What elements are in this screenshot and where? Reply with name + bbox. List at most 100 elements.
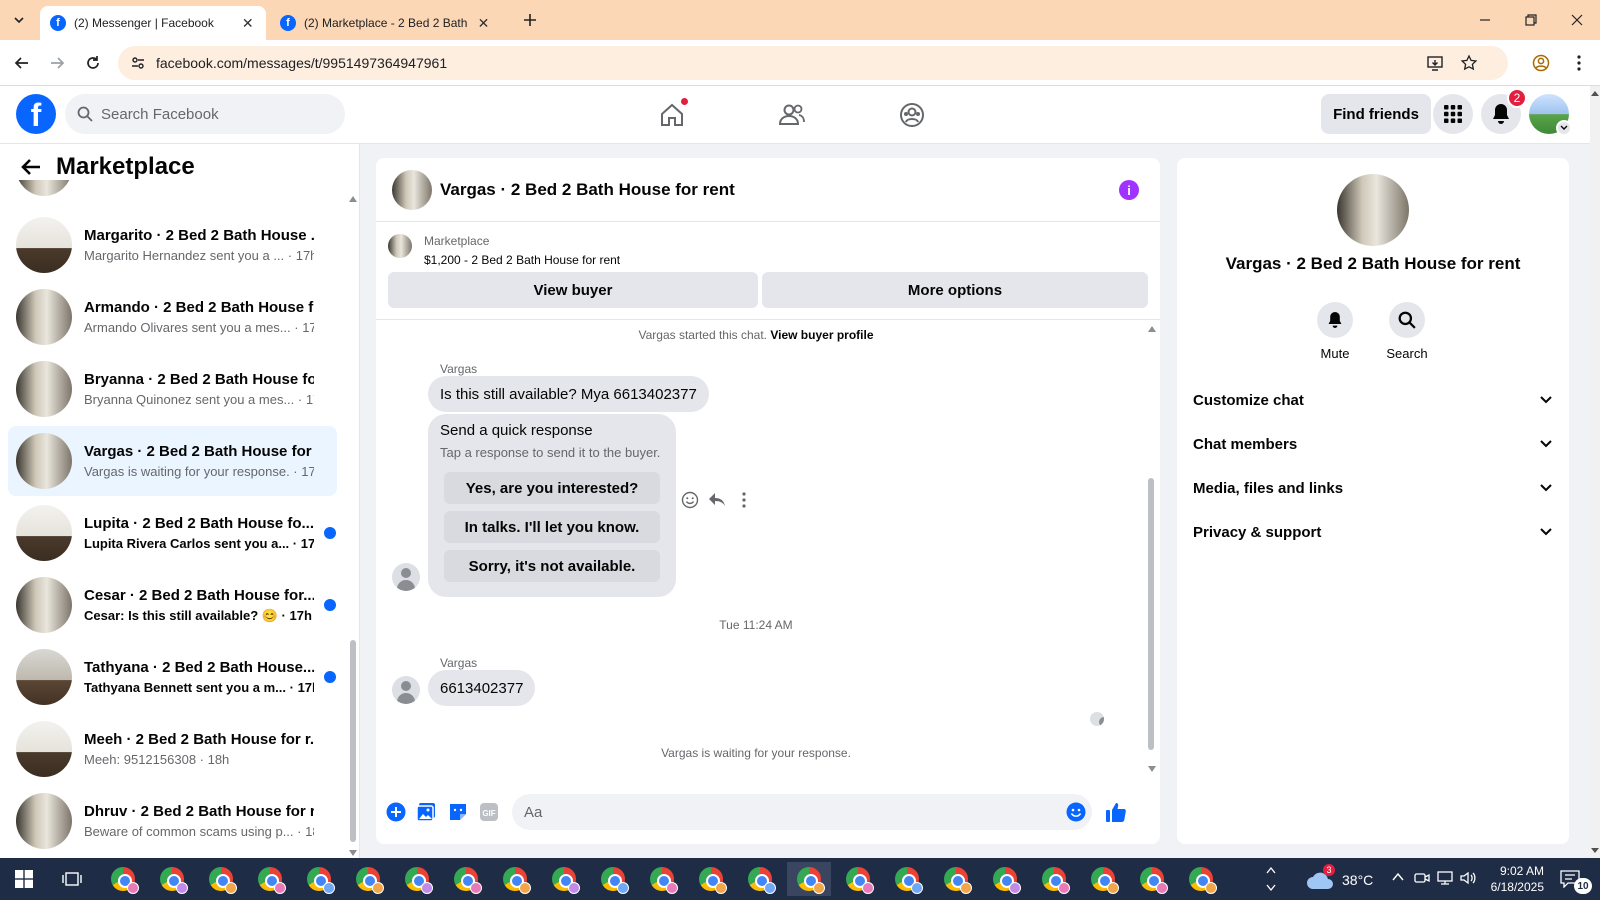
quick-reply-in-talks-button[interactable]: In talks. I'll let you know. — [444, 511, 660, 543]
network-icon[interactable] — [1436, 870, 1454, 886]
bookmark-star-icon[interactable] — [1460, 54, 1478, 72]
thumbs-up-icon[interactable] — [1104, 800, 1128, 824]
emoji-picker-icon[interactable] — [1064, 800, 1088, 824]
close-tab-icon[interactable]: ✕ — [239, 14, 256, 32]
back-icon[interactable] — [9, 50, 35, 76]
task-view-button[interactable] — [50, 862, 94, 896]
listing-title[interactable]: $1,200 - 2 Bed 2 Bath House for rent — [424, 253, 620, 267]
taskbar-chrome-window[interactable] — [836, 862, 880, 896]
taskbar-chrome-window[interactable] — [787, 862, 831, 896]
view-buyer-button[interactable]: View buyer — [388, 272, 758, 308]
thread-item-partial[interactable] — [8, 180, 337, 200]
forward-icon[interactable] — [44, 50, 70, 76]
taskbar-chrome-window[interactable] — [934, 862, 978, 896]
listing-thumbnail[interactable] — [388, 234, 412, 258]
more-options-button[interactable]: More options — [762, 272, 1148, 308]
thread-item-meeh[interactable]: Meeh · 2 Bed 2 Bath House for r... Meeh: … — [8, 714, 337, 784]
react-emoji-icon[interactable] — [680, 490, 700, 510]
thread-item-vargas[interactable]: Vargas · 2 Bed 2 Bath House for ... Varga… — [8, 426, 337, 496]
search-action[interactable]: Search — [1377, 302, 1437, 361]
taskbar-chrome-window[interactable] — [395, 862, 439, 896]
new-tab-icon[interactable] — [518, 8, 542, 32]
tab-messenger[interactable]: f (2) Messenger | Facebook ✕ — [40, 6, 266, 40]
find-friends-button[interactable]: Find friends — [1321, 94, 1431, 134]
customize-chat-section[interactable]: Customize chat — [1193, 380, 1553, 420]
thread-item-dhruv[interactable]: Dhruv · 2 Bed 2 Bath House for r... Bewar… — [8, 786, 337, 856]
weather-widget[interactable]: 3 38°C — [1306, 864, 1373, 890]
close-tab-icon[interactable]: ✕ — [475, 14, 492, 32]
taskbar-chrome-window[interactable] — [640, 862, 684, 896]
groups-nav[interactable] — [887, 92, 937, 138]
taskbar-chrome-window[interactable] — [248, 862, 292, 896]
system-clock[interactable]: 9:02 AM 6/18/2025 — [1474, 863, 1544, 895]
start-button[interactable] — [2, 862, 46, 896]
install-app-icon[interactable] — [1426, 54, 1444, 72]
search-input[interactable] — [101, 105, 321, 123]
message-bubble[interactable]: 6613402377 — [428, 670, 536, 706]
taskbar-chrome-window[interactable] — [885, 862, 929, 896]
reload-icon[interactable] — [80, 50, 106, 76]
quick-reply-yes-button[interactable]: Yes, are you interested? — [444, 472, 660, 504]
taskbar-scroll[interactable] — [1264, 862, 1278, 896]
back-arrow-icon[interactable] — [20, 156, 42, 178]
taskbar-chrome-window[interactable] — [542, 862, 586, 896]
account-chevron-icon[interactable] — [1556, 120, 1572, 136]
view-buyer-profile-link[interactable]: View buyer profile — [770, 328, 873, 342]
taskbar-chrome-window[interactable] — [591, 862, 635, 896]
search-box[interactable] — [65, 94, 345, 134]
minimize-icon[interactable] — [1462, 0, 1508, 40]
show-hidden-icons[interactable] — [1392, 872, 1404, 882]
tab-marketplace[interactable]: f (2) Marketplace - 2 Bed 2 Bath ✕ — [270, 6, 502, 40]
sticker-icon[interactable] — [446, 800, 470, 824]
notification-center-button[interactable]: 10 — [1556, 866, 1596, 894]
taskbar-chrome-window[interactable] — [689, 862, 733, 896]
mute-action[interactable]: Mute — [1305, 302, 1365, 361]
thread-item-lupita[interactable]: Lupita · 2 Bed 2 Bath House fo... Lupita … — [8, 498, 337, 568]
taskbar-chrome-window[interactable] — [150, 862, 194, 896]
chat-avatar[interactable] — [392, 169, 432, 210]
tab-search-chevron-icon[interactable] — [7, 8, 31, 32]
details-avatar[interactable] — [1337, 174, 1409, 246]
photo-attach-icon[interactable] — [414, 800, 438, 824]
taskbar-chrome-window[interactable] — [983, 862, 1027, 896]
taskbar-chrome-window[interactable] — [1032, 862, 1076, 896]
reply-icon[interactable] — [707, 490, 727, 510]
taskbar-chrome-window[interactable] — [493, 862, 537, 896]
taskbar-chrome-window[interactable] — [199, 862, 243, 896]
taskbar-chrome-window[interactable] — [101, 862, 145, 896]
quick-reply-not-available-button[interactable]: Sorry, it's not available. — [444, 550, 660, 582]
facebook-logo[interactable]: f — [16, 94, 56, 134]
menu-button[interactable] — [1433, 94, 1473, 134]
chat-members-section[interactable]: Chat members — [1193, 424, 1553, 464]
site-settings-icon[interactable] — [130, 55, 146, 71]
browser-menu-icon[interactable] — [1566, 50, 1592, 76]
taskbar-chrome-window[interactable] — [1130, 862, 1174, 896]
thread-item-bryanna[interactable]: Bryanna · 2 Bed 2 Bath House fo... Bryann… — [8, 354, 337, 424]
page-scrollbar[interactable] — [1590, 86, 1600, 858]
taskbar-chrome-window[interactable] — [738, 862, 782, 896]
privacy-support-section[interactable]: Privacy & support — [1193, 512, 1553, 552]
more-attachments-icon[interactable] — [384, 800, 408, 824]
thread-item-cesar[interactable]: Cesar · 2 Bed 2 Bath House for... Cesar: … — [8, 570, 337, 640]
taskbar-chrome-window[interactable] — [444, 862, 488, 896]
thread-item-margarito[interactable]: Margarito · 2 Bed 2 Bath House ... Margar… — [8, 210, 337, 280]
more-actions-icon[interactable] — [734, 490, 754, 510]
taskbar-chrome-window[interactable] — [297, 862, 341, 896]
address-bar[interactable]: facebook.com/messages/t/9951497364947961 — [118, 46, 1508, 80]
thread-item-armando[interactable]: Armando · 2 Bed 2 Bath House f... Armando… — [8, 282, 337, 352]
message-bubble[interactable]: Is this still available? Mya 6613402377 — [428, 376, 709, 412]
thread-item-tathyana[interactable]: Tathyana · 2 Bed 2 Bath House... Tathyana… — [8, 642, 337, 712]
message-input[interactable] — [512, 794, 1092, 830]
friends-nav[interactable] — [767, 92, 817, 138]
gif-icon[interactable]: GIF — [477, 800, 501, 824]
home-nav[interactable] — [647, 92, 697, 138]
taskbar-chrome-window[interactable] — [1081, 862, 1125, 896]
chat-scrollbar-thumb[interactable] — [1148, 478, 1154, 750]
taskbar-chrome-window[interactable] — [346, 862, 390, 896]
taskbar-chrome-window[interactable] — [1179, 862, 1223, 896]
close-window-icon[interactable] — [1554, 0, 1600, 40]
sender-avatar[interactable] — [392, 563, 420, 591]
restore-icon[interactable] — [1508, 0, 1554, 40]
conversation-info-icon[interactable]: i — [1119, 180, 1139, 200]
media-files-links-section[interactable]: Media, files and links — [1193, 468, 1553, 508]
